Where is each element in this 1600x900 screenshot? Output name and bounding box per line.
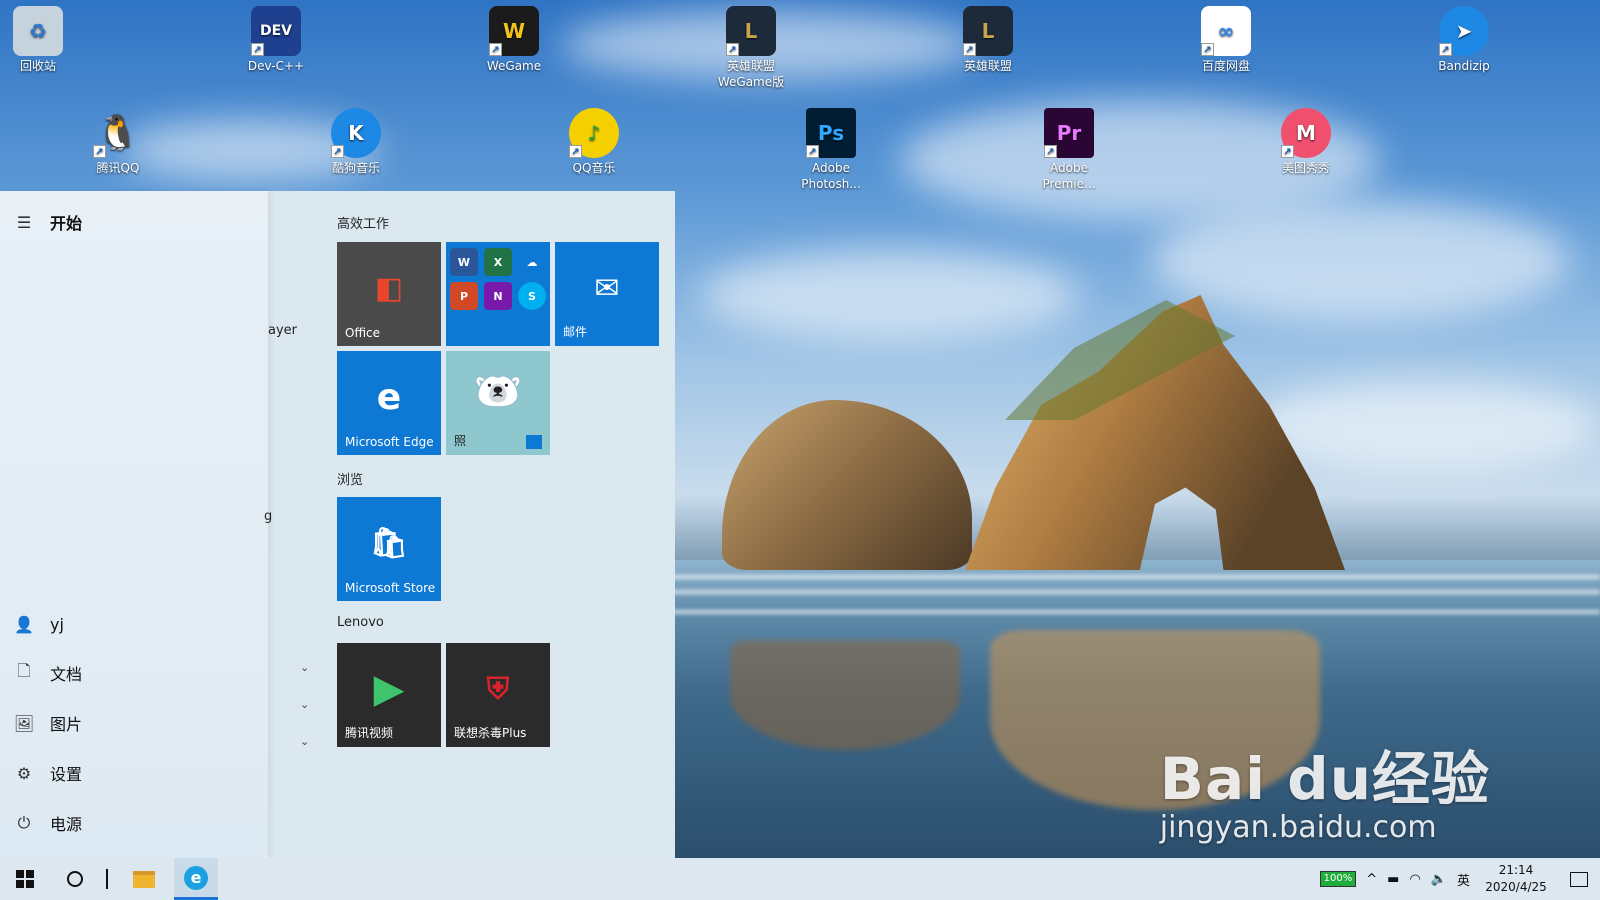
tile-lenovo-antivirus[interactable]: ⛨ 联想杀毒Plus bbox=[446, 643, 550, 747]
edge-icon: e bbox=[376, 376, 402, 418]
lol-icon: L ↗ bbox=[726, 6, 776, 56]
cortana-circle-icon bbox=[67, 871, 83, 887]
ime-indicator[interactable]: 英 bbox=[1457, 870, 1470, 889]
photoshop-icon: Ps ↗ bbox=[806, 108, 856, 158]
chevron-down-icon[interactable]: ⌄ bbox=[300, 661, 309, 674]
desktop-icon-kugou[interactable]: K ↗ 酷狗音乐 bbox=[310, 108, 402, 176]
start-menu-user[interactable]: 👤 yj bbox=[14, 609, 64, 639]
tile-microsoft-edge[interactable]: e Microsoft Edge bbox=[337, 351, 441, 455]
tile-office[interactable]: ◧ Office bbox=[337, 242, 441, 346]
tile-group-label: 浏览 bbox=[337, 473, 364, 488]
premiere-icon: Pr ↗ bbox=[1044, 108, 1094, 158]
start-menu-power[interactable]: ⏻ 电源 bbox=[14, 808, 82, 838]
onedrive-icon: ☁ bbox=[518, 248, 546, 276]
wegame-icon: W ↗ bbox=[489, 6, 539, 56]
start-menu-documents[interactable]: 🗋 文档 bbox=[14, 658, 82, 688]
desktop-icon-qqmusic[interactable]: ♪ ↗ QQ音乐 bbox=[548, 108, 640, 176]
desktop-icon-qq[interactable]: 🐧 ↗ 腾讯QQ bbox=[72, 108, 164, 176]
tencent-video-icon: ▶ bbox=[373, 666, 405, 712]
photos-icon bbox=[526, 435, 542, 449]
start-menu-settings[interactable]: ⚙ 设置 bbox=[14, 758, 82, 788]
wifi-icon[interactable]: ◠ bbox=[1409, 872, 1420, 887]
chevron-up-icon[interactable]: ^ bbox=[1366, 872, 1377, 887]
volume-icon[interactable]: 🔈 bbox=[1431, 872, 1447, 887]
bandizip-icon: ➤ ↗ bbox=[1439, 6, 1489, 56]
keyboard-icon[interactable]: ▬ bbox=[1387, 872, 1399, 887]
start-button[interactable] bbox=[0, 858, 50, 900]
lol-icon: L ↗ bbox=[963, 6, 1013, 56]
start-menu-sidebar: ☰ 开始 👤 yj 🗋 文档 🖼 图片 ⚙ 设置 ⏻ 电源 bbox=[0, 191, 268, 858]
mail-icon: ✉ bbox=[594, 270, 620, 306]
mcafee-shield-icon: ⛨ bbox=[486, 671, 510, 707]
photos-live-image: 🐻‍❄ bbox=[473, 368, 523, 415]
tile-office-apps[interactable]: W X ☁ P N S bbox=[446, 242, 550, 346]
start-menu-expand-button[interactable]: ☰ 开始 bbox=[14, 207, 82, 237]
tile-mail[interactable]: ✉ 邮件 bbox=[555, 242, 659, 346]
action-center-icon[interactable] bbox=[1570, 871, 1588, 887]
cortana-search-button[interactable] bbox=[50, 858, 100, 900]
desktop-icon-baidu-netdisk[interactable]: ∞ ↗ 百度网盘 bbox=[1180, 6, 1272, 74]
desktop-icon-bandizip[interactable]: ➤ ↗ Bandizip bbox=[1418, 6, 1510, 74]
tile-microsoft-store[interactable]: 🛍 Microsoft Store bbox=[337, 497, 441, 601]
tile-tencent-video[interactable]: ▶ 腾讯视频 bbox=[337, 643, 441, 747]
word-icon: W bbox=[450, 248, 478, 276]
document-icon: 🗋 bbox=[17, 660, 31, 680]
recycle-bin-icon: ♻ bbox=[13, 6, 63, 56]
hamburger-menu-icon: ☰ bbox=[16, 212, 32, 232]
desktop-icon-lol-wegame[interactable]: L ↗ 英雄联盟 WeGame版 bbox=[705, 6, 797, 90]
windows-logo-icon bbox=[16, 870, 34, 888]
folder-icon bbox=[133, 870, 155, 888]
desktop-icon-photoshop[interactable]: Ps ↗ Adobe Photosh... bbox=[785, 108, 877, 192]
picture-icon: 🖼 bbox=[13, 713, 35, 733]
battery-indicator[interactable]: 100% bbox=[1319, 871, 1357, 887]
baidu-netdisk-icon: ∞ ↗ bbox=[1201, 6, 1251, 56]
qq-icon: 🐧 ↗ bbox=[93, 108, 143, 158]
onenote-icon: N bbox=[484, 282, 512, 310]
excel-icon: X bbox=[484, 248, 512, 276]
powerpoint-icon: P bbox=[450, 282, 478, 310]
office-icon: ◧ bbox=[374, 270, 404, 306]
user-avatar-icon: 👤 bbox=[14, 614, 34, 634]
baidu-jingyan-watermark: Bai du经验 jingyan.baidu.com bbox=[1159, 745, 1490, 845]
start-menu: ☰ 开始 👤 yj 🗋 文档 🖼 图片 ⚙ 设置 ⏻ 电源 ayer g ⌄ ⌄… bbox=[0, 191, 675, 858]
power-icon: ⏻ bbox=[17, 813, 31, 832]
gear-icon: ⚙ bbox=[16, 763, 32, 783]
start-menu-pictures[interactable]: 🖼 图片 bbox=[14, 708, 82, 738]
store-bag-icon: 🛍 bbox=[369, 525, 409, 561]
taskbar: e 100% ^ ▬ ◠ 🔈 英 21:14 2020/4/25 bbox=[0, 858, 1600, 900]
devcpp-icon: DEV ↗ bbox=[251, 6, 301, 56]
edge-icon: e bbox=[184, 865, 208, 890]
desktop-icon-lol[interactable]: L ↗ 英雄联盟 bbox=[942, 6, 1034, 74]
desktop-icon-devcpp[interactable]: DEV ↗ Dev-C++ bbox=[230, 6, 322, 74]
system-tray: 100% ^ ▬ ◠ 🔈 英 21:14 2020/4/25 bbox=[1319, 858, 1600, 900]
skype-icon: S bbox=[518, 282, 546, 310]
start-menu-title: 开始 bbox=[50, 214, 83, 233]
task-view-button[interactable] bbox=[100, 858, 114, 900]
chevron-down-icon[interactable]: ⌄ bbox=[300, 698, 309, 711]
tile-group-label: Lenovo bbox=[337, 615, 384, 630]
tile-photos[interactable]: 🐻‍❄ 照 bbox=[446, 351, 550, 455]
desktop-icon-premiere[interactable]: Pr ↗ Adobe Premie... bbox=[1023, 108, 1115, 192]
app-list-fragment: g bbox=[264, 509, 273, 524]
task-view-icon bbox=[106, 869, 108, 889]
taskbar-file-explorer[interactable] bbox=[114, 858, 174, 900]
chevron-down-icon[interactable]: ⌄ bbox=[300, 735, 309, 748]
desktop-icon-meitu[interactable]: M ↗ 美图秀秀 bbox=[1260, 108, 1352, 176]
desktop-icon-recycle-bin[interactable]: ♻ 回收站 bbox=[0, 6, 84, 74]
meitu-icon: M ↗ bbox=[1281, 108, 1331, 158]
app-list-fragment: ayer bbox=[268, 323, 298, 338]
kugou-icon: K ↗ bbox=[331, 108, 381, 158]
tile-group-label: 高效工作 bbox=[337, 217, 390, 232]
desktop-icon-wegame[interactable]: W ↗ WeGame bbox=[468, 6, 560, 74]
taskbar-clock[interactable]: 21:14 2020/4/25 bbox=[1480, 862, 1552, 896]
qqmusic-icon: ♪ ↗ bbox=[569, 108, 619, 158]
taskbar-edge[interactable]: e bbox=[174, 858, 218, 900]
